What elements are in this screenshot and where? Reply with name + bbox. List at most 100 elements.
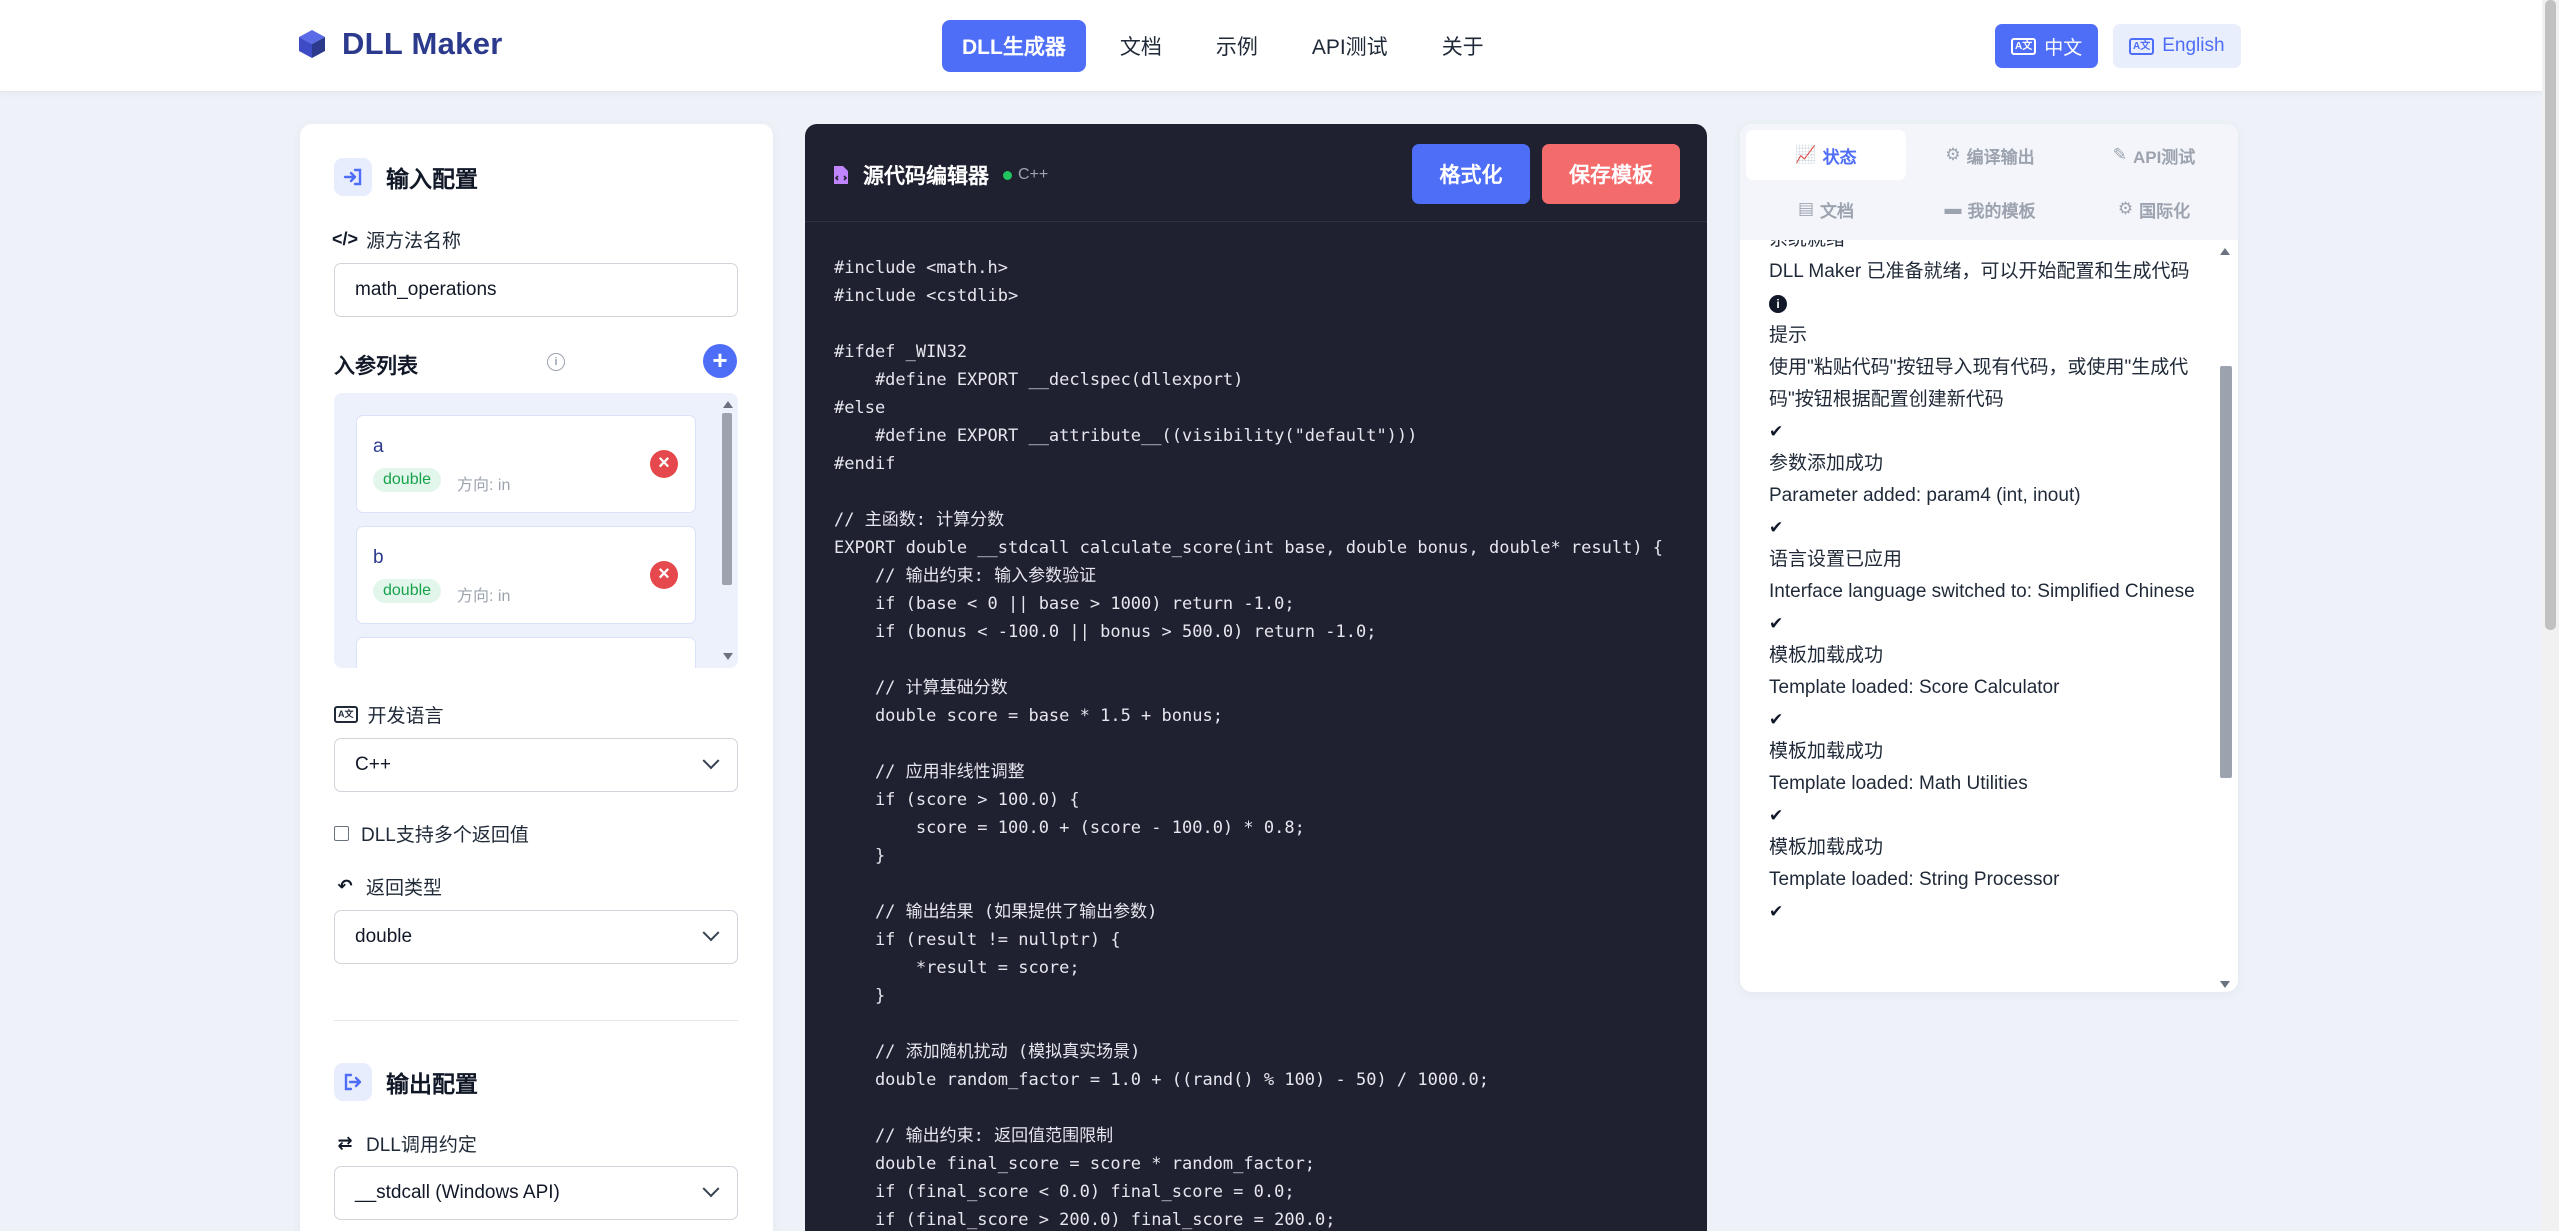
- tab-api-test-label: API测试: [2132, 147, 2196, 167]
- param-card[interactable]: b double 方向: in ×: [356, 526, 696, 624]
- save-template-button[interactable]: 保存模板: [1542, 144, 1680, 204]
- code-line: if (result != nullptr) {: [834, 930, 1121, 950]
- tab-my-templates-label: 我的模板: [1967, 201, 2036, 221]
- tab-my-templates[interactable]: ▬ 我的模板: [1910, 184, 2070, 234]
- pen-icon: ✎: [2112, 145, 2127, 164]
- code-line: if (base < 0 || base > 1000) return -1.0…: [834, 594, 1295, 614]
- multi-return-label: DLL支持多个返回值: [361, 825, 529, 846]
- multi-return-checkbox[interactable]: [334, 826, 349, 841]
- editor-title-text: 源代码编辑器: [863, 165, 989, 188]
- multi-return-option[interactable]: DLL支持多个返回值: [334, 820, 529, 847]
- tab-compile-output[interactable]: ⚙ 编译输出: [1910, 130, 2070, 180]
- dev-language-select[interactable]: C++: [334, 738, 738, 792]
- code-line: // 主函数: 计算分数: [834, 510, 1005, 530]
- return-type-select[interactable]: double: [334, 910, 738, 964]
- nav-api-test[interactable]: API测试: [1292, 20, 1408, 72]
- cube-icon: [299, 30, 325, 58]
- calling-convention-select[interactable]: __stdcall (Windows API): [334, 1166, 738, 1220]
- sign-in-icon: [334, 158, 372, 196]
- app-title: DLL Maker: [342, 26, 503, 61]
- params-title: 入参列表: [334, 355, 418, 378]
- code-line: #ifdef _WIN32: [834, 342, 968, 362]
- code-line: #endif: [834, 454, 896, 474]
- nav-dll-generator[interactable]: DLL生成器: [942, 20, 1086, 72]
- file-code-icon: [834, 166, 848, 184]
- chevron-down-icon: [702, 752, 720, 770]
- status-tabs: 📈 状态 ⚙ 编译输出 ✎ API测试 ▤ 文档 ▬ 我的模板 ⚙ 国际化: [1740, 124, 2238, 240]
- language-icon: A文: [2129, 37, 2155, 55]
- code-line: // 应用非线性调整: [834, 762, 1025, 782]
- delete-param-button[interactable]: ×: [650, 450, 678, 478]
- brand[interactable]: DLL Maker: [296, 26, 503, 62]
- method-name-label-text: 源方法名称: [366, 231, 462, 252]
- format-button[interactable]: 格式化: [1412, 144, 1530, 204]
- info-icon: i: [1769, 288, 2209, 320]
- scroll-thumb[interactable]: [2220, 366, 2232, 778]
- exchange-icon: ⇄: [337, 1133, 353, 1153]
- code-line: // 输出约束: 输入参数验证: [834, 566, 1097, 586]
- code-line: double score = base * 1.5 + bonus;: [834, 706, 1223, 726]
- status-dot-icon: [1003, 170, 1012, 180]
- check-icon: ✔: [1769, 710, 1784, 729]
- delete-param-button[interactable]: ×: [650, 561, 678, 589]
- code-line: EXPORT double __stdcall calculate_score(…: [834, 538, 1664, 558]
- return-type-label-text: 返回类型: [366, 878, 443, 899]
- lang-en-label: English: [2162, 35, 2225, 56]
- lang-zh-label: 中文: [2044, 37, 2083, 59]
- page-scrollbar[interactable]: [2542, 0, 2559, 1231]
- param-card[interactable]: [356, 637, 696, 668]
- scroll-down-arrow[interactable]: [2220, 981, 2230, 988]
- log-title: 模板加载成功: [1769, 741, 1884, 762]
- code-line: }: [834, 986, 886, 1006]
- nav-about[interactable]: 关于: [1422, 20, 1504, 72]
- method-name-input[interactable]: math_operations: [334, 263, 738, 317]
- nav-examples[interactable]: 示例: [1196, 20, 1278, 72]
- editor-header: 源代码编辑器 C++ 格式化 保存模板: [805, 124, 1707, 222]
- code-line: // 输出结果 (如果提供了输出参数): [834, 902, 1158, 922]
- code-line: // 添加随机扰动 (模拟真实场景): [834, 1042, 1141, 1062]
- scroll-up-arrow[interactable]: [2220, 248, 2230, 255]
- chevron-down-icon: [702, 924, 720, 942]
- code-area[interactable]: #include <math.h> #include <cstdlib> #ifde…: [834, 254, 1694, 1231]
- dev-language-value: C++: [355, 754, 391, 775]
- tab-status[interactable]: 📈 状态: [1746, 130, 1906, 180]
- scroll-up-arrow[interactable]: [723, 401, 733, 408]
- page-scroll-thumb[interactable]: [2545, 0, 2556, 630]
- output-config-title: 输出配置: [386, 1071, 478, 1097]
- log-title: 模板加载成功: [1769, 837, 1884, 858]
- code-line: if (final_score < 0.0) final_score = 0.0…: [834, 1182, 1295, 1202]
- scroll-down-arrow[interactable]: [723, 653, 733, 660]
- scroll-thumb[interactable]: [722, 413, 732, 585]
- param-list-scrollbar[interactable]: [720, 401, 733, 660]
- code-line: #define EXPORT __attribute__((visibility…: [834, 426, 1418, 446]
- editor-title: 源代码编辑器 C++: [833, 160, 1048, 190]
- tab-docs[interactable]: ▤ 文档: [1746, 184, 1906, 234]
- log-message: Parameter added: param4 (int, inout): [1769, 485, 2081, 506]
- check-icon: ✔: [1769, 614, 1784, 633]
- log-message: Template loaded: Math Utilities: [1769, 773, 2028, 794]
- param-type-badge: double: [373, 468, 442, 492]
- param-card[interactable]: a double 方向: in ×: [356, 415, 696, 513]
- code-line: }: [834, 846, 886, 866]
- sign-out-icon: [334, 1063, 372, 1101]
- lang-zh-button[interactable]: A文 中文: [1995, 24, 2099, 68]
- tab-compile-output-label: 编译输出: [1966, 147, 2035, 167]
- lang-en-button[interactable]: A文 English: [2113, 24, 2241, 68]
- code-line: double final_score = score * random_fact…: [834, 1154, 1316, 1174]
- log-title: 参数添加成功: [1769, 453, 1884, 474]
- return-type-label: ↶ 返回类型: [334, 873, 442, 900]
- add-param-button[interactable]: +: [703, 344, 737, 378]
- book-icon: ▤: [1797, 199, 1815, 218]
- tab-api-test[interactable]: ✎ API测试: [2074, 130, 2234, 180]
- nav-docs[interactable]: 文档: [1100, 20, 1182, 72]
- status-log-scrollbar[interactable]: [2218, 248, 2232, 988]
- info-icon[interactable]: i: [547, 353, 565, 371]
- check-icon: ✔: [1769, 518, 1784, 537]
- code-line: *result = score;: [834, 958, 1080, 978]
- log-message: 使用"粘贴代码"按钮导入现有代码，或使用"生成代码"按钮根据配置创建新代码: [1769, 357, 2189, 410]
- tab-i18n[interactable]: ⚙ 国际化: [2074, 184, 2234, 234]
